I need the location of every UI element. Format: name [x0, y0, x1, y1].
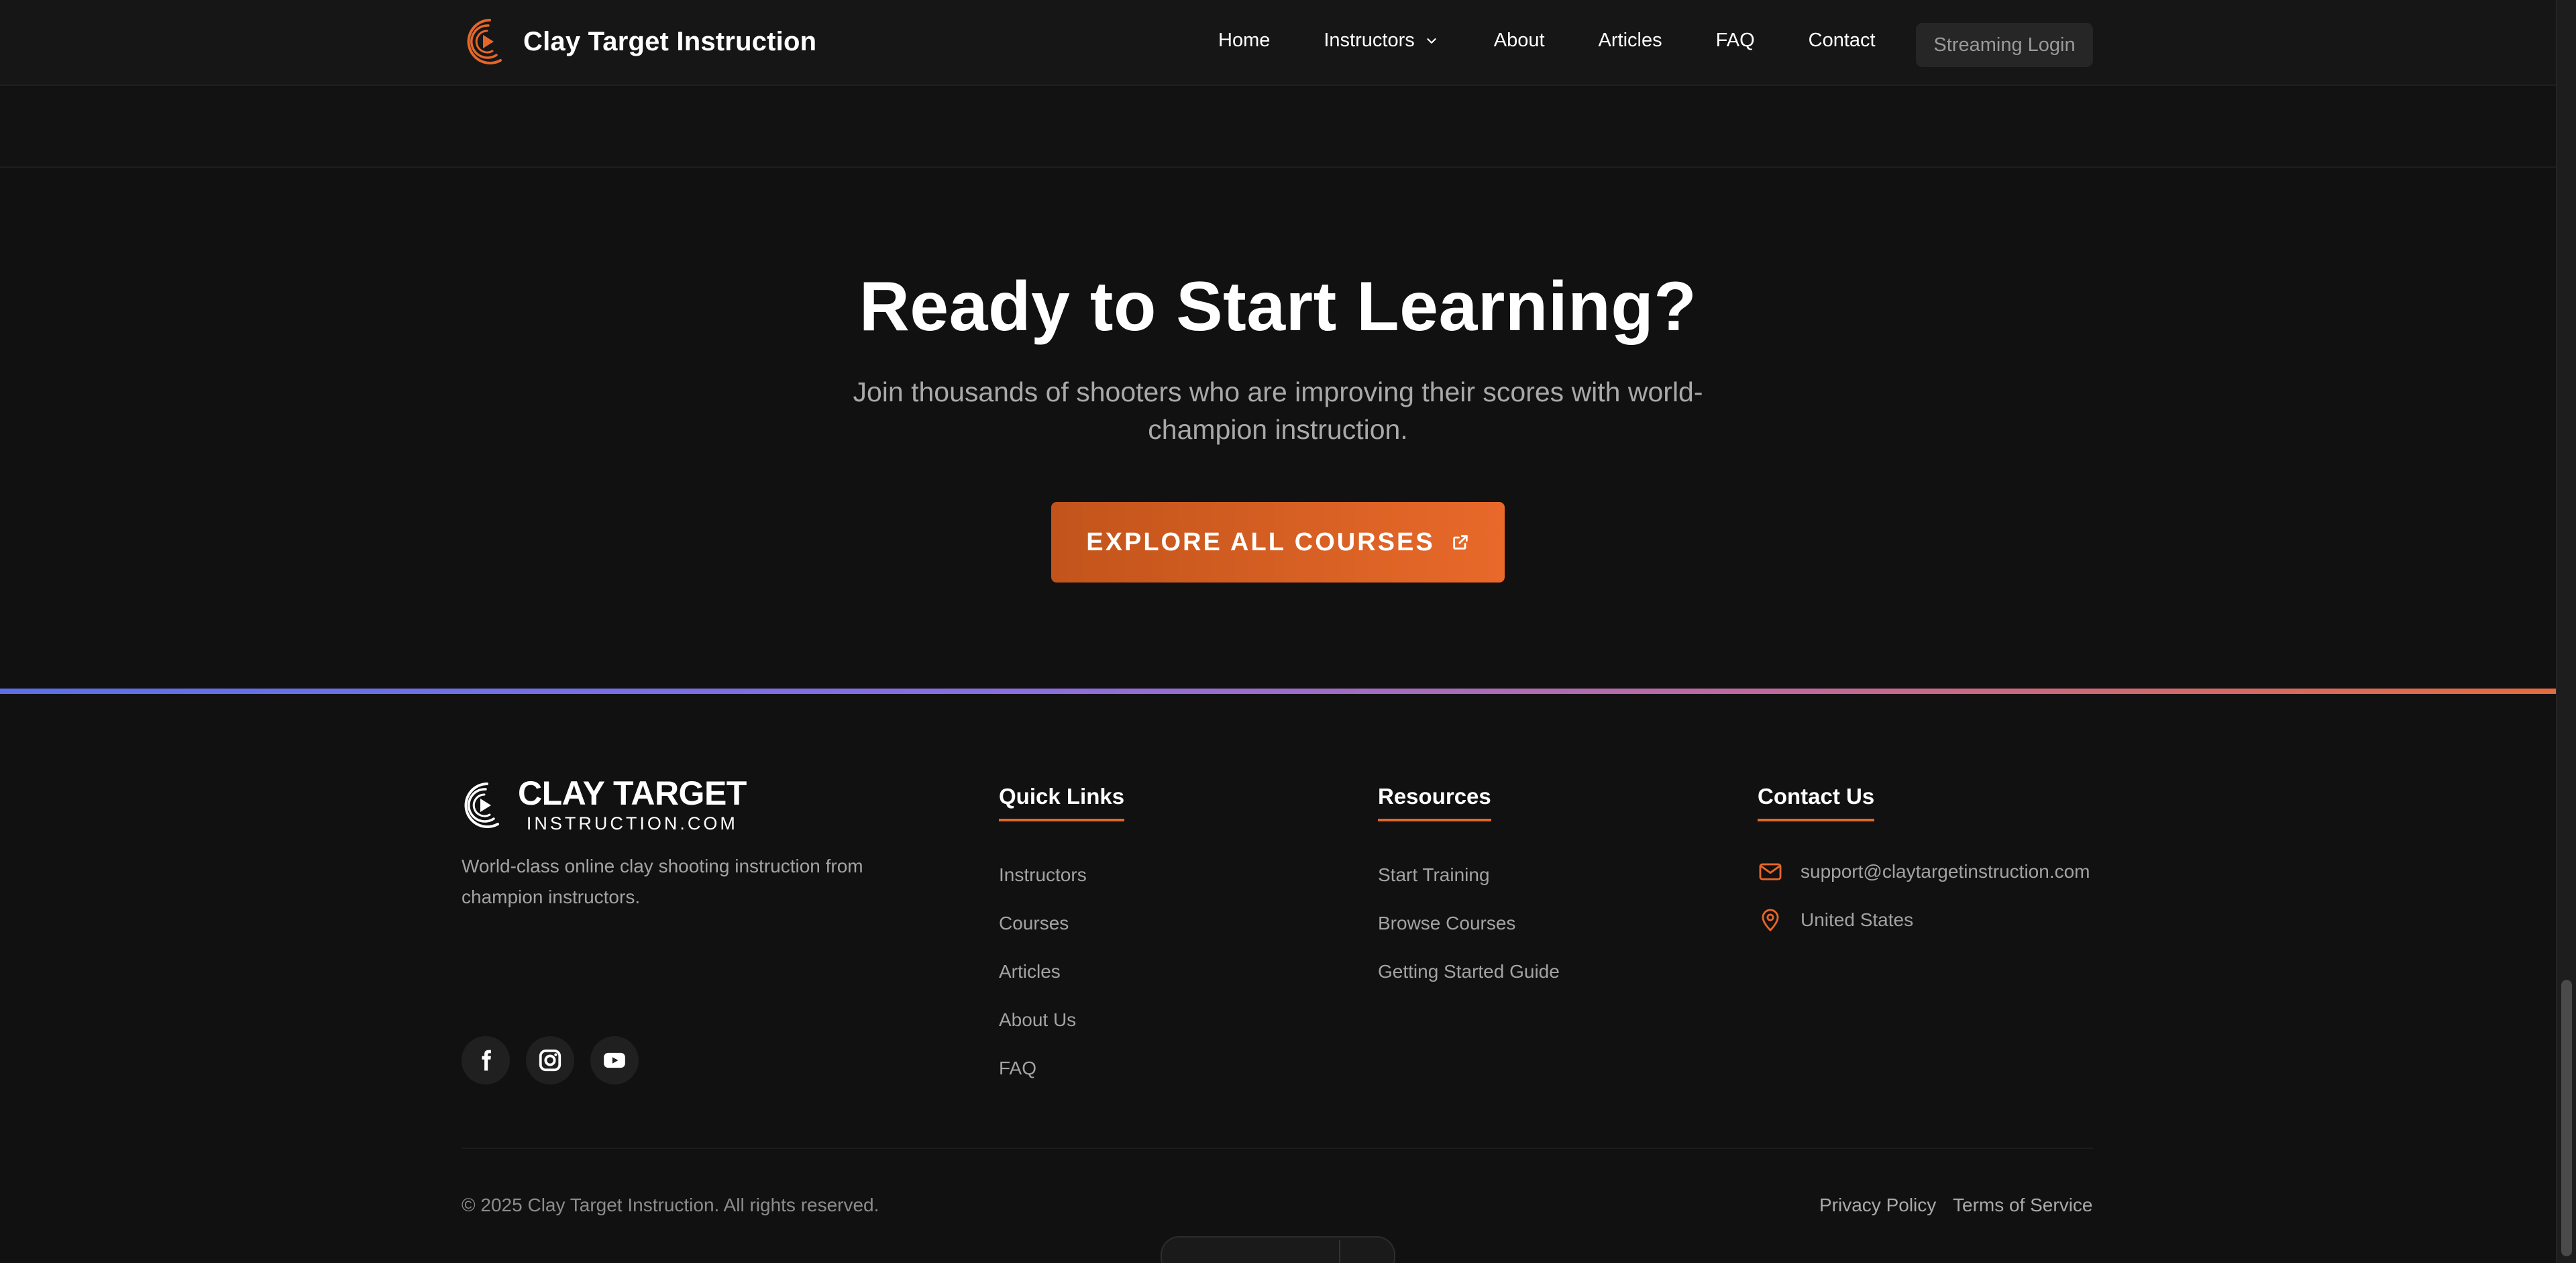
mail-icon	[1759, 863, 1782, 880]
nav-faq[interactable]: FAQ	[1716, 30, 1755, 52]
footer-divider	[462, 1148, 2093, 1149]
contact-location: United States	[1758, 907, 1913, 933]
resources-list: Start Training Browse Courses Getting St…	[1378, 864, 1560, 1009]
footer-link-about-us[interactable]: About Us	[999, 1009, 1087, 1058]
footer-logo[interactable]: CLAY TARGET INSTRUCTION.COM	[462, 776, 747, 834]
cta-subtitle: Join thousands of shooters who are impro…	[853, 376, 1703, 445]
contact-email[interactable]: support@claytargetinstruction.com	[1758, 859, 2090, 885]
footer-link-getting-started[interactable]: Getting Started Guide	[1378, 961, 1560, 1009]
contact-location-text: United States	[1801, 909, 1914, 930]
nav-instructors[interactable]: Instructors	[1324, 30, 1438, 52]
explore-courses-label: EXPLORE ALL COURSES	[1086, 527, 1435, 556]
youtube-icon	[604, 1052, 625, 1068]
site-header: Clay Target Instruction Home Instructors…	[0, 0, 2556, 86]
resources-heading: Resources	[1378, 784, 1491, 821]
social-links	[462, 1036, 639, 1084]
footer-logo-text: CLAY TARGET INSTRUCTION.COM	[518, 776, 747, 834]
youtube-link[interactable]	[590, 1036, 639, 1084]
cta-title: Ready to Start Learning?	[859, 268, 1697, 346]
facebook-icon	[482, 1050, 491, 1071]
terms-of-service-link[interactable]: Terms of Service	[1953, 1195, 2093, 1216]
footer-link-faq[interactable]: FAQ	[999, 1058, 1087, 1106]
copyright-text: © 2025 Clay Target Instruction. All righ…	[462, 1195, 879, 1215]
brand-name: Clay Target Instruction	[523, 26, 817, 56]
section-band	[0, 87, 2556, 168]
footer-link-browse-courses[interactable]: Browse Courses	[1378, 913, 1560, 961]
logo-mark-icon	[467, 19, 502, 64]
map-pin-icon	[1762, 909, 1779, 931]
nav-articles[interactable]: Articles	[1599, 30, 1662, 52]
footer-link-articles[interactable]: Articles	[999, 961, 1087, 1009]
gradient-divider	[0, 689, 2556, 694]
main-nav: Home Instructors About Articles FAQ Cont…	[1218, 30, 1876, 52]
floating-toolbar[interactable]	[1161, 1236, 1395, 1263]
footer-logo-mark-icon	[464, 782, 499, 828]
contact-email-text: support@claytargetinstruction.com	[1801, 861, 2090, 882]
quick-links-list: Instructors Courses Articles About Us FA…	[999, 864, 1087, 1106]
header-logo[interactable]: Clay Target Instruction	[463, 15, 816, 68]
scrollbar[interactable]	[2556, 0, 2576, 1263]
instagram-icon	[539, 1049, 561, 1072]
explore-courses-button[interactable]: EXPLORE ALL COURSES	[1051, 502, 1505, 583]
footer-link-instructors[interactable]: Instructors	[999, 864, 1087, 913]
facebook-link[interactable]	[462, 1036, 510, 1084]
external-link-icon	[1452, 535, 1468, 550]
quick-links-heading: Quick Links	[999, 784, 1125, 821]
contact-heading: Contact Us	[1758, 784, 1875, 821]
footer-brand-main: CLAY TARGET	[518, 774, 747, 812]
nav-about[interactable]: About	[1494, 30, 1545, 52]
privacy-policy-link[interactable]: Privacy Policy	[1819, 1195, 1936, 1216]
footer-brand-sub: INSTRUCTION.COM	[526, 813, 738, 833]
toolbar-separator	[1339, 1240, 1340, 1263]
scrollbar-thumb[interactable]	[2561, 980, 2572, 1256]
nav-home[interactable]: Home	[1218, 30, 1270, 52]
instagram-link[interactable]	[526, 1036, 574, 1084]
footer-link-courses[interactable]: Courses	[999, 913, 1087, 961]
nav-contact[interactable]: Contact	[1809, 30, 1876, 52]
streaming-login-button[interactable]: Streaming Login	[1916, 23, 2093, 67]
footer-description: World-class online clay shooting instruc…	[462, 856, 863, 907]
chevron-down-icon	[1427, 38, 1436, 44]
footer-link-start-training[interactable]: Start Training	[1378, 864, 1560, 913]
nav-instructors-label: Instructors	[1324, 30, 1415, 51]
